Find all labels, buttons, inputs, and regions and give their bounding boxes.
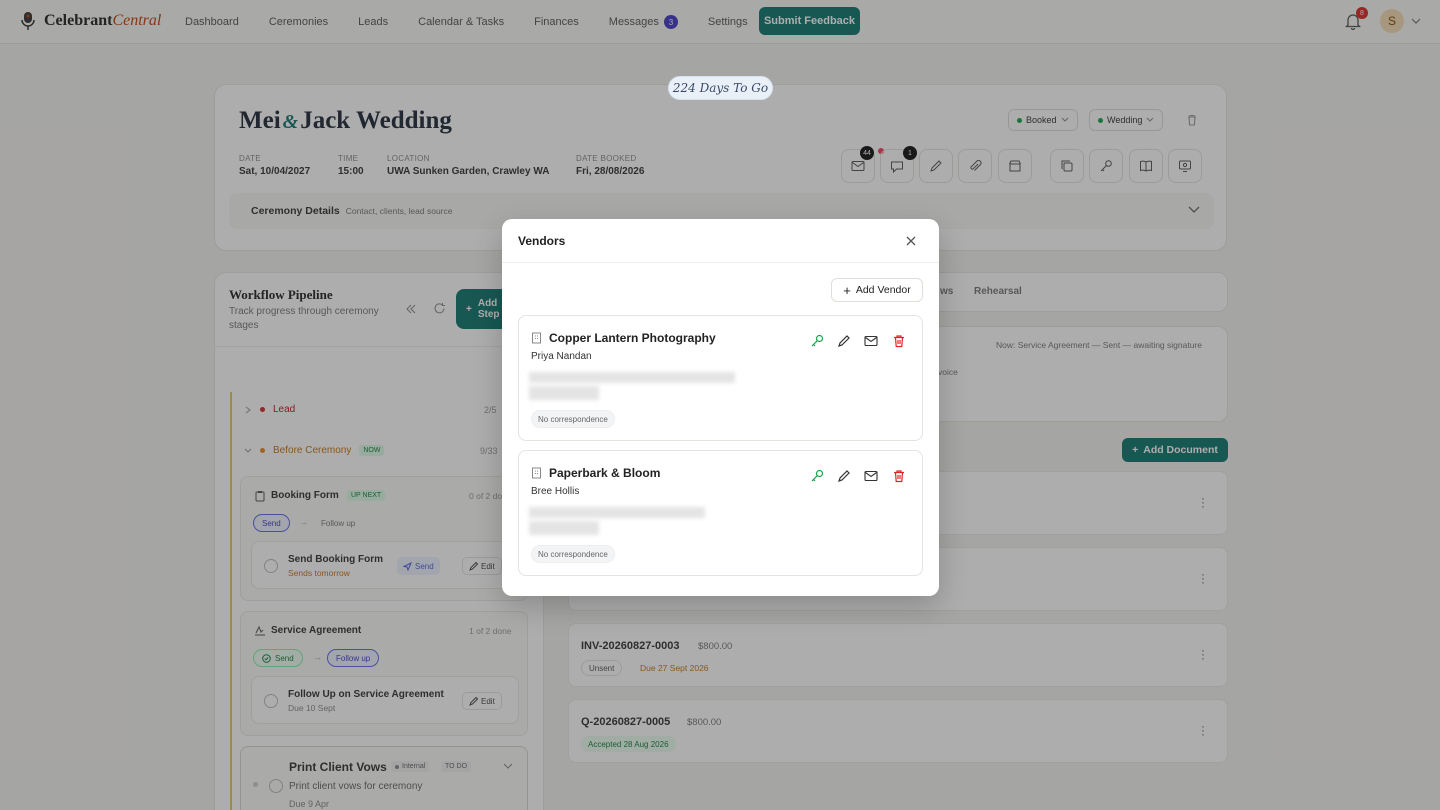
mail-icon[interactable] [863,468,879,484]
redacted-details [529,386,599,400]
add-vendor-label: Add Vendor [855,284,911,296]
vendor-contact: Bree Hollis [531,486,580,497]
vendor-contact: Priya Nandan [531,351,592,362]
vendors-modal: Vendors + Add Vendor Copper Lantern Photo… [502,219,939,596]
correspondence-badge: No correspondence [531,410,615,428]
mail-icon[interactable] [863,333,879,349]
key-icon[interactable] [809,333,825,349]
countdown-badge: 224 Days To Go [668,76,773,100]
vendor-card: Copper Lantern Photography Priya Nandan … [518,315,923,441]
close-icon[interactable] [905,235,917,247]
trash-icon[interactable] [891,333,907,349]
vendor-name: Copper Lantern Photography [549,331,716,345]
edit-icon[interactable] [836,333,852,349]
vendor-name: Paperbark & Bloom [549,466,661,480]
countdown-text: 224 Days To Go [672,81,769,95]
vendor-card: Paperbark & Bloom Bree Hollis No corresp… [518,450,923,576]
building-icon [532,467,541,479]
correspondence-badge: No correspondence [531,545,615,563]
key-icon[interactable] [809,468,825,484]
trash-icon[interactable] [891,468,907,484]
redacted-details [529,521,599,535]
divider [502,262,939,263]
plus-icon: + [843,282,851,298]
edit-icon[interactable] [836,468,852,484]
redacted-details [529,507,705,518]
building-icon [532,332,541,344]
redacted-details [529,372,735,383]
add-vendor-button[interactable]: + Add Vendor [831,278,923,302]
modal-title: Vendors [518,234,566,248]
